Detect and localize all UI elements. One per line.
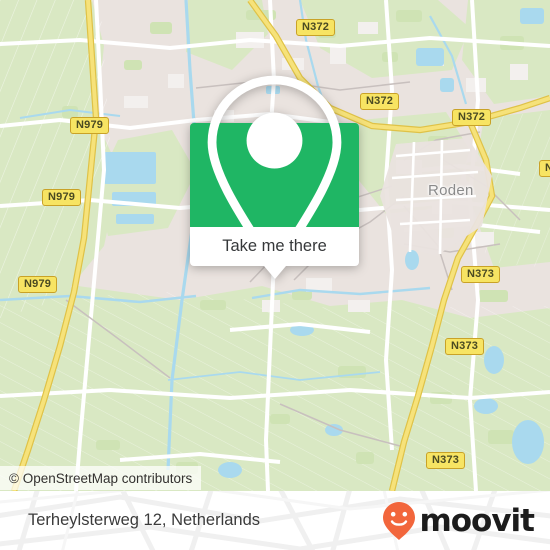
road-shield-n979-b[interactable]: N979 (42, 189, 82, 206)
moovit-wordmark: moovit (419, 502, 535, 539)
road-shield-n979-a[interactable]: N979 (70, 117, 110, 134)
road-shield-n372-c[interactable]: N372 (452, 109, 492, 126)
road-shield-n372-b[interactable]: N372 (360, 93, 400, 110)
road-shield-n373-c[interactable]: N373 (426, 452, 466, 469)
road-shield-edge-clipped[interactable]: N3 (539, 160, 550, 177)
osm-attribution: © OpenStreetMap contributors (0, 466, 202, 490)
moovit-brand[interactable]: moovit (382, 491, 535, 550)
address-label: Terheylsterweg 12, Netherlands (28, 511, 261, 529)
callout-pointer-tail (263, 266, 286, 279)
footer-bar: Terheylsterweg 12, Netherlands moovit (0, 491, 550, 550)
place-label-roden: Roden (428, 182, 474, 199)
location-callout-card[interactable]: Take me there (190, 75, 359, 279)
map-screenshot: Roden N372 N372 N372 N979 N979 N979 N373… (0, 0, 550, 550)
map-pin-icon (207, 75, 342, 274)
road-shield-n979-c[interactable]: N979 (18, 276, 58, 293)
map-canvas[interactable]: Roden N372 N372 N372 N979 N979 N979 N373… (0, 0, 550, 491)
road-shield-n373-b[interactable]: N373 (445, 338, 485, 355)
road-shield-n373-a[interactable]: N373 (461, 266, 501, 283)
callout-pin-area (190, 75, 359, 274)
moovit-smiley-pin-icon (383, 501, 416, 540)
